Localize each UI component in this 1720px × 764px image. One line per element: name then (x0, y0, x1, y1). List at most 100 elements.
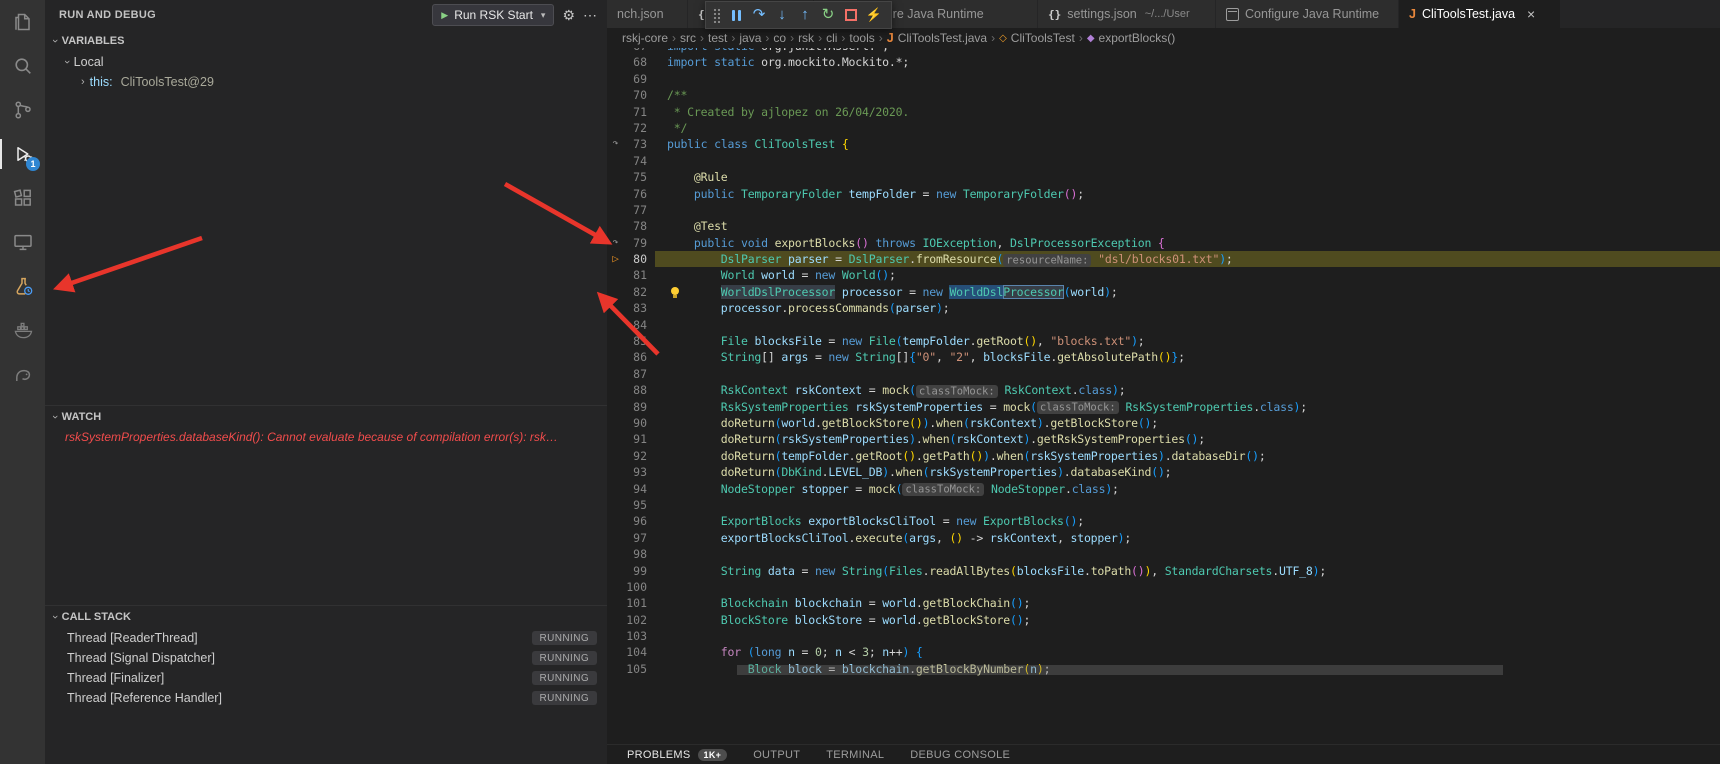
line-number[interactable]: 82 (607, 284, 647, 300)
line-number[interactable]: 93 (607, 464, 647, 480)
code-line[interactable]: 82 WorldDslProcessor processor = new Wor… (607, 284, 1720, 300)
sidebar-item-search[interactable] (0, 44, 45, 88)
code-line[interactable]: 87 (607, 366, 1720, 382)
breadcrumb-item[interactable]: rskj-core (622, 31, 668, 45)
code-line[interactable]: 93 doReturn(DbKind.LEVEL_DB).when(rskSys… (607, 464, 1720, 480)
code-line[interactable]: 70/** (607, 87, 1720, 103)
code-line[interactable]: ▷80 DslParser parser = DslParser.fromRes… (607, 251, 1720, 267)
code-line[interactable]: 83 processor.processCommands(parser); (607, 300, 1720, 316)
code-line[interactable]: 100 (607, 579, 1720, 595)
line-number[interactable]: 100 (607, 579, 647, 595)
line-number[interactable]: 88 (607, 382, 647, 398)
breadcrumb-item[interactable]: cli (826, 31, 837, 45)
code-line[interactable]: 68import static org.mockito.Mockito.*; (607, 54, 1720, 70)
code-line[interactable]: 103 (607, 628, 1720, 644)
close-icon[interactable]: × (1527, 6, 1535, 22)
line-number[interactable]: 86 (607, 349, 647, 365)
sidebar-item-source-control[interactable] (0, 88, 45, 132)
more-actions-icon[interactable]: ⋯ (583, 7, 597, 24)
call-stack-thread[interactable]: Thread [Reference Handler]RUNNING (45, 688, 607, 708)
step-into-button[interactable]: ↓ (771, 3, 793, 27)
breadcrumb-item[interactable]: JCliToolsTest.java (887, 31, 987, 45)
code-line[interactable]: 75 @Rule (607, 169, 1720, 185)
code-line[interactable]: 101 Blockchain blockchain = world.getBlo… (607, 595, 1720, 611)
watch-header[interactable]: › WATCH (45, 406, 607, 428)
code-editor[interactable]: 67import static org.junit.Assert.*;68imp… (607, 48, 1720, 745)
lightbulb-icon[interactable] (671, 287, 679, 295)
stop-button[interactable] (840, 3, 862, 27)
code-line[interactable]: 85 File blocksFile = new File(tempFolder… (607, 333, 1720, 349)
line-number[interactable]: 83 (607, 300, 647, 316)
code-line[interactable]: 77 (607, 202, 1720, 218)
line-number[interactable]: 78 (607, 218, 647, 234)
line-number[interactable]: 103 (607, 628, 647, 644)
line-number[interactable]: 96 (607, 513, 647, 529)
code-line[interactable]: 89 RskSystemProperties rskSystemProperti… (607, 399, 1720, 415)
debug-launch-select[interactable]: ▶ Run RSK Start ▾ (432, 4, 554, 26)
code-line[interactable]: ↷79 public void exportBlocks() throws IO… (607, 235, 1720, 251)
line-number[interactable]: 98 (607, 546, 647, 562)
line-number[interactable]: 104 (607, 644, 647, 660)
code-line[interactable]: 78 @Test (607, 218, 1720, 234)
line-number[interactable]: 80 (607, 251, 647, 267)
code-line[interactable]: 98 (607, 546, 1720, 562)
line-number[interactable]: 72 (607, 120, 647, 136)
drag-handle-icon[interactable] (712, 7, 720, 23)
sidebar-item-explorer[interactable] (0, 0, 45, 44)
code-line[interactable]: 94 NodeStopper stopper = mock(classToMoc… (607, 481, 1720, 497)
breadcrumb-item[interactable]: tools (849, 31, 874, 45)
code-line[interactable]: 102 BlockStore blockStore = world.getBlo… (607, 612, 1720, 628)
editor-tab[interactable]: Configure Java Runtime (1216, 0, 1399, 28)
variable-this[interactable]: › this: CliToolsTest@29 (45, 72, 607, 92)
code-line[interactable]: 71 * Created by ajlopez on 26/04/2020. (607, 104, 1720, 120)
pause-button[interactable] (725, 3, 747, 27)
code-line[interactable]: 88 RskContext rskContext = mock(classToM… (607, 382, 1720, 398)
code-line[interactable]: 72 */ (607, 120, 1720, 136)
line-number[interactable]: 91 (607, 431, 647, 447)
editor-tab[interactable]: {}settings.json~/.../User (1038, 0, 1216, 28)
sidebar-item-gradle[interactable] (0, 352, 45, 396)
code-line[interactable]: 90 doReturn(world.getBlockStore()).when(… (607, 415, 1720, 431)
breadcrumb-item[interactable]: test (708, 31, 727, 45)
breadcrumb-item[interactable]: src (680, 31, 696, 45)
panel-tab[interactable]: TERMINAL (826, 749, 884, 761)
code-line[interactable]: 95 (607, 497, 1720, 513)
line-number[interactable]: 87 (607, 366, 647, 382)
call-stack-header[interactable]: › CALL STACK (45, 606, 607, 628)
line-number[interactable]: 84 (607, 317, 647, 333)
line-number[interactable]: 94 (607, 481, 647, 497)
call-stack-thread[interactable]: Thread [ReaderThread]RUNNING (45, 628, 607, 648)
sidebar-item-run-and-debug[interactable]: 1 (0, 132, 45, 176)
call-stack-thread[interactable]: Thread [Signal Dispatcher]RUNNING (45, 648, 607, 668)
line-number[interactable]: 75 (607, 169, 647, 185)
step-out-button[interactable]: ↑ (794, 3, 816, 27)
breadcrumb-item[interactable]: ◇CliToolsTest (999, 31, 1075, 45)
line-number[interactable]: 92 (607, 448, 647, 464)
code-line[interactable]: 69 (607, 71, 1720, 87)
line-number[interactable]: 69 (607, 71, 647, 87)
line-number[interactable]: 99 (607, 563, 647, 579)
line-number[interactable]: 73 (607, 136, 647, 152)
sidebar-item-remote-explorer[interactable] (0, 220, 45, 264)
line-number[interactable]: 101 (607, 595, 647, 611)
line-number[interactable]: 79 (607, 235, 647, 251)
code-line[interactable]: 97 exportBlocksCliTool.execute(args, () … (607, 530, 1720, 546)
code-line[interactable]: 96 ExportBlocks exportBlocksCliTool = ne… (607, 513, 1720, 529)
panel-tab[interactable]: PROBLEMS1K+ (627, 749, 727, 761)
breadcrumb-item[interactable]: ◆exportBlocks() (1087, 31, 1175, 45)
editor-tab[interactable]: JCliToolsTest.java× (1399, 0, 1561, 28)
line-number[interactable]: 95 (607, 497, 647, 513)
code-line[interactable]: 92 doReturn(tempFolder.getRoot().getPath… (607, 448, 1720, 464)
line-number[interactable]: 90 (607, 415, 647, 431)
breadcrumb-item[interactable]: java (739, 31, 761, 45)
line-number[interactable]: 81 (607, 267, 647, 283)
line-number[interactable]: 74 (607, 153, 647, 169)
breadcrumb-item[interactable]: co (773, 31, 786, 45)
code-line[interactable]: 81 World world = new World(); (607, 267, 1720, 283)
sidebar-item-docker[interactable] (0, 308, 45, 352)
horizontal-scrollbar[interactable] (737, 665, 1503, 675)
line-number[interactable]: 102 (607, 612, 647, 628)
call-stack-thread[interactable]: Thread [Finalizer]RUNNING (45, 668, 607, 688)
watch-expression[interactable]: rskSystemProperties.databaseKind(): Cann… (45, 428, 607, 447)
sidebar-item-extensions[interactable] (0, 176, 45, 220)
